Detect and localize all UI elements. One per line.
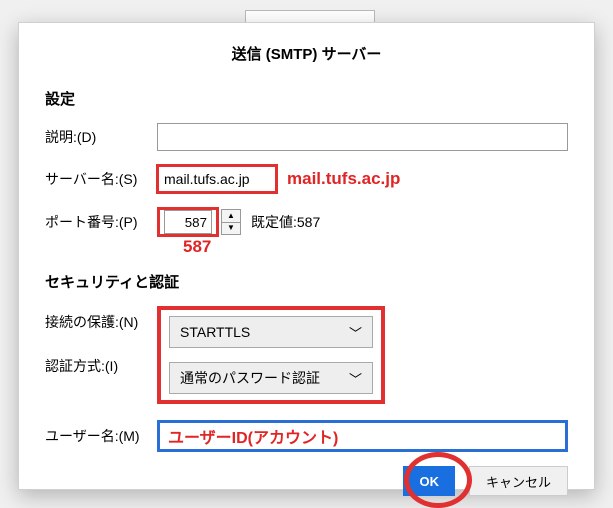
auth-method-select[interactable]: 通常のパスワード認証 ﹀ bbox=[169, 362, 373, 394]
annotation-port: 587 bbox=[183, 237, 211, 257]
chevron-down-icon: ﹀ bbox=[349, 369, 362, 388]
dialog-title: 送信 (SMTP) サーバー bbox=[45, 43, 568, 64]
label-connection-security: 接続の保護:(N) bbox=[45, 312, 157, 332]
section-settings-header: 設定 bbox=[45, 88, 568, 109]
port-input[interactable] bbox=[164, 210, 212, 234]
cancel-button[interactable]: キャンセル bbox=[469, 466, 568, 496]
smtp-server-dialog: 送信 (SMTP) サーバー 設定 説明:(D) サーバー名:(S) mail.… bbox=[18, 22, 595, 490]
label-auth-method: 認証方式:(I) bbox=[45, 356, 157, 376]
ok-button[interactable]: OK bbox=[403, 466, 455, 496]
default-port-text: 既定値:587 bbox=[251, 212, 320, 232]
connection-security-select[interactable]: STARTTLS ﹀ bbox=[169, 316, 373, 348]
chevron-down-icon[interactable]: ▼ bbox=[222, 223, 240, 235]
username-input[interactable]: ユーザーID(アカウント) bbox=[157, 420, 568, 452]
security-group-highlight: STARTTLS ﹀ 通常のパスワード認証 ﹀ bbox=[157, 306, 385, 404]
description-input[interactable] bbox=[157, 123, 568, 151]
label-username: ユーザー名:(M) bbox=[45, 426, 157, 446]
label-port: ポート番号:(P) bbox=[45, 212, 157, 232]
chevron-down-icon: ﹀ bbox=[349, 323, 362, 342]
connection-security-value: STARTTLS bbox=[180, 324, 250, 340]
section-security-header: セキュリティと認証 bbox=[45, 271, 568, 292]
label-description: 説明:(D) bbox=[45, 127, 157, 147]
port-spinner[interactable]: ▲ ▼ bbox=[221, 209, 241, 235]
username-placeholder-annotation: ユーザーID(アカウント) bbox=[168, 424, 338, 448]
server-name-input[interactable] bbox=[157, 165, 277, 193]
label-server: サーバー名:(S) bbox=[45, 169, 157, 189]
annotation-server: mail.tufs.ac.jp bbox=[287, 169, 400, 189]
chevron-up-icon[interactable]: ▲ bbox=[222, 210, 240, 223]
auth-method-value: 通常のパスワード認証 bbox=[180, 368, 320, 388]
